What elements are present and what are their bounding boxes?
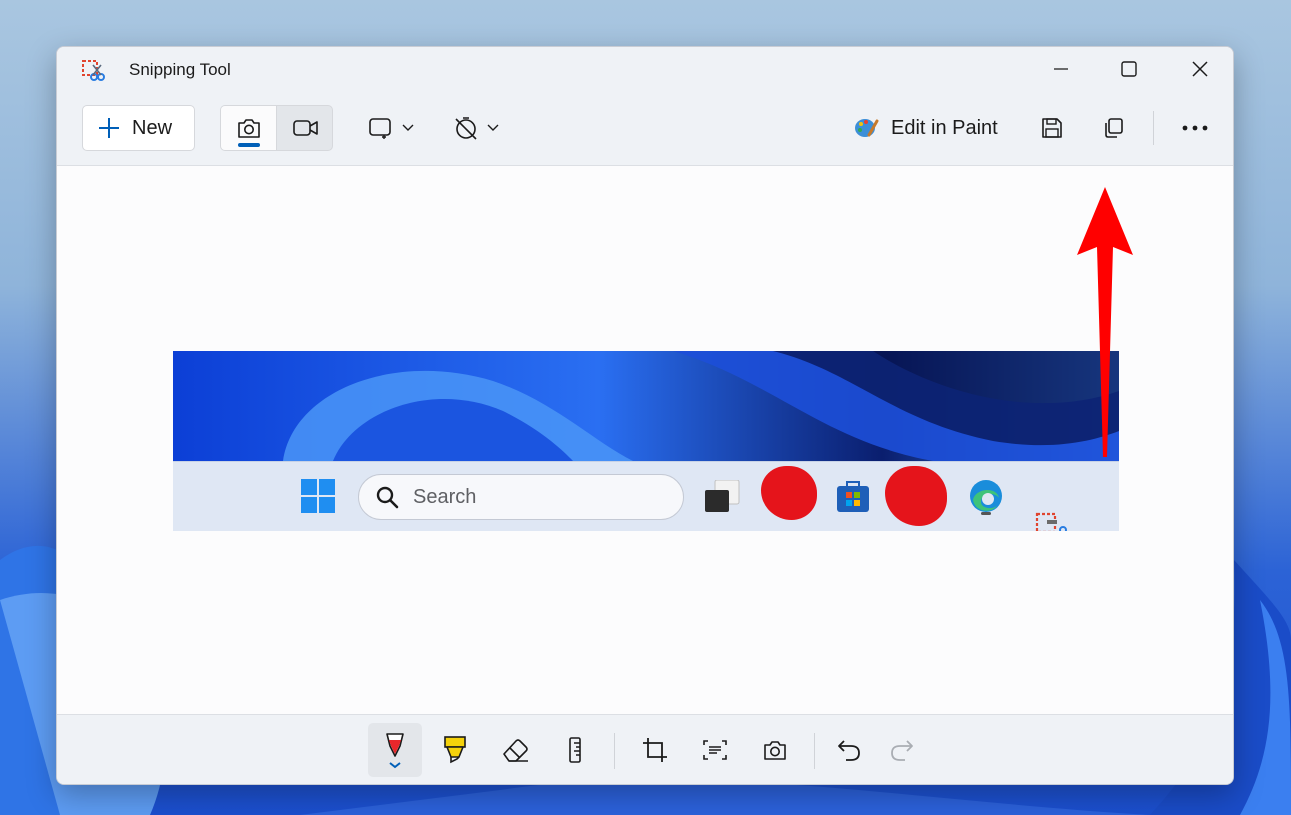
copy-icon [1105, 118, 1123, 138]
record-mode-button[interactable] [278, 106, 333, 150]
close-button[interactable] [1177, 51, 1223, 87]
chevron-down-icon [487, 124, 499, 131]
new-snip-button[interactable]: New [82, 105, 195, 151]
microsoft-store-icon [837, 481, 869, 512]
toolbar: New Edit in Paint [57, 91, 1233, 166]
taskbar-search-box: Search [358, 474, 684, 520]
snipping-tool-window: Snipping Tool New Edit in Paint Search [56, 46, 1234, 785]
chevron-down-icon [402, 124, 414, 131]
crop-icon [643, 738, 667, 762]
save-button[interactable] [1029, 105, 1075, 151]
ruler-icon [569, 737, 581, 763]
plus-icon [99, 118, 119, 138]
highlighter-icon [444, 736, 466, 764]
edit-in-paint-button[interactable]: Edit in Paint [853, 105, 998, 151]
captured-snip-image: Search [173, 351, 1119, 531]
snip-taskbar: Search [173, 461, 1119, 531]
snip-mode-button[interactable] [221, 106, 277, 150]
snipping-tool-taskbar-icon [1035, 512, 1067, 531]
markup-toolbar [57, 714, 1233, 784]
toolbar-divider [1153, 111, 1154, 145]
undo-icon [838, 740, 860, 761]
eraser-tool[interactable] [488, 723, 542, 777]
snip-wallpaper [173, 351, 1119, 461]
capture-mode-toggle [220, 105, 333, 151]
minimize-icon [1054, 68, 1068, 70]
new-screenshot-button[interactable] [748, 723, 802, 777]
maximize-icon [1121, 61, 1137, 77]
new-button-label: New [132, 116, 173, 139]
redacted-app-icon [761, 466, 817, 520]
undo-button[interactable] [822, 723, 876, 777]
ruler-tool[interactable] [548, 723, 602, 777]
markup-divider [614, 733, 615, 769]
annotation-arrow [1077, 187, 1133, 457]
search-icon [376, 486, 399, 509]
eraser-icon [503, 739, 528, 762]
ballpoint-pen-tool[interactable] [368, 723, 422, 777]
task-view-icon [705, 480, 740, 512]
highlighter-tool[interactable] [428, 723, 482, 777]
save-icon [1042, 118, 1062, 138]
screenshot-icon [764, 741, 786, 760]
text-actions-icon [703, 740, 727, 760]
snip-canvas: Search [57, 167, 1233, 714]
maximize-button[interactable] [1106, 51, 1152, 87]
more-icon [1182, 125, 1208, 131]
delay-timer-dropdown[interactable] [453, 105, 499, 151]
edit-in-paint-label: Edit in Paint [891, 116, 998, 139]
minimize-button[interactable] [1038, 51, 1084, 87]
paint-app-icon [855, 119, 879, 137]
close-icon [1192, 61, 1208, 77]
selected-indicator [238, 143, 260, 147]
crop-tool[interactable] [628, 723, 682, 777]
video-icon [292, 120, 318, 136]
redo-button[interactable] [875, 723, 929, 777]
redo-icon [891, 740, 913, 761]
copy-button[interactable] [1090, 105, 1136, 151]
no-delay-timer-icon [455, 117, 477, 140]
windows-start-icon [301, 479, 335, 513]
title-bar: Snipping Tool [57, 47, 1233, 91]
text-actions-tool[interactable] [688, 723, 742, 777]
more-options-button[interactable] [1172, 105, 1218, 151]
snipping-tool-app-icon [82, 60, 105, 81]
snip-shape-dropdown[interactable] [368, 105, 414, 151]
ballpoint-pen-icon [386, 733, 404, 769]
camera-icon [237, 119, 260, 138]
markup-divider [814, 733, 815, 769]
redacted-app-icon [885, 466, 947, 526]
window-title: Snipping Tool [129, 60, 231, 79]
search-placeholder: Search [413, 485, 477, 508]
edge-browser-icon [970, 480, 1002, 515]
rectangle-snip-icon [369, 118, 391, 139]
